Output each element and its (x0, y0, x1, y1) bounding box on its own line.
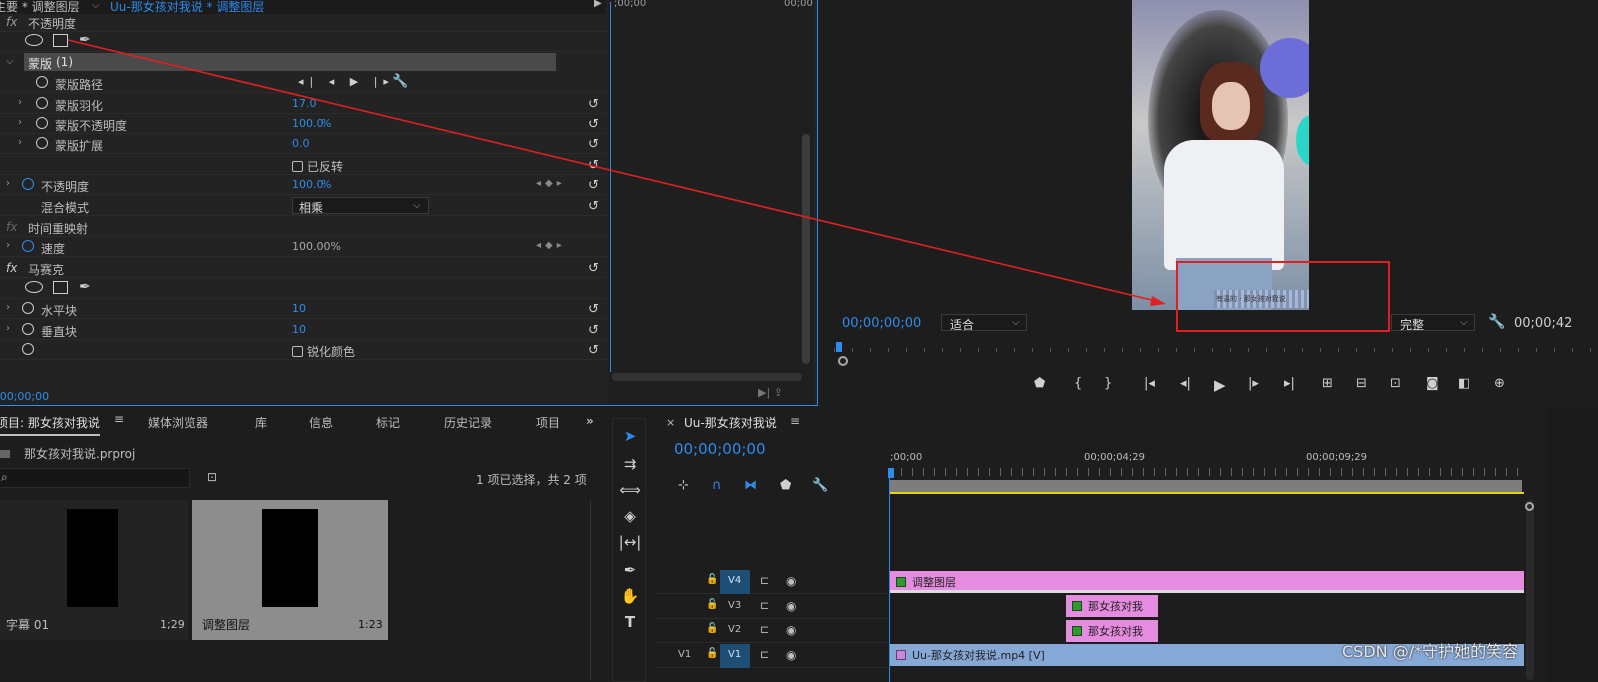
sequence-tab[interactable]: Uu-那女孩对我说 (684, 414, 777, 431)
tab-libraries[interactable]: 库 (255, 414, 267, 431)
selection-info: 1 项已选择，共 2 项 (476, 473, 587, 487)
snap-icon[interactable]: ∩ (712, 478, 722, 493)
tab-media-browser[interactable]: 媒体浏览器 (148, 414, 208, 431)
track-label: V4 (728, 575, 742, 586)
clip-label: 那女孩对我 (1088, 625, 1143, 638)
ripple-edit-tool-icon[interactable]: ⟺ (613, 481, 647, 499)
hand-tool-icon[interactable]: ✋ (613, 587, 647, 605)
clip-label: 那女孩对我 (1088, 600, 1143, 613)
eye-icon[interactable]: ◉ (786, 574, 796, 588)
divider (590, 500, 591, 680)
lock-icon[interactable]: 🔓 (706, 599, 718, 610)
lock-icon[interactable]: 🔓 (706, 574, 718, 585)
timeline-vscroll[interactable] (1526, 500, 1534, 680)
timeline-timecode[interactable]: 00;00;00;00 (674, 440, 766, 458)
tab-project[interactable]: 项目: 那女孩对我说 (0, 414, 100, 436)
close-icon[interactable]: × (666, 416, 675, 429)
folder-icon (0, 450, 10, 458)
watermark: CSDN @/*守护她的笑容 (1342, 642, 1519, 661)
eye-icon[interactable]: ◉ (786, 599, 796, 613)
clip-title-v3[interactable]: 那女孩对我 (1066, 595, 1158, 617)
audio-meter-panel (1548, 408, 1598, 682)
project-item-title[interactable]: 字幕 01 1;29 (0, 500, 188, 640)
tab-info[interactable]: 信息 (309, 414, 333, 431)
track-v4-header: 🔓 V4 ⊏ ◉ (656, 570, 888, 594)
pen-tool-icon[interactable]: ✒ (613, 561, 647, 579)
tab-markers[interactable]: 标记 (376, 414, 400, 431)
tools-panel: ➤ ⇉ ⟺ ◈ |↔| ✒ ✋ T (612, 418, 646, 682)
item-duration: 1:23 (358, 618, 383, 631)
clip-adjustment-layer[interactable]: 调整图层 (890, 571, 1524, 593)
render-bar (890, 492, 1524, 494)
thumbnail (262, 509, 318, 607)
eye-icon[interactable]: ◉ (786, 623, 796, 637)
lock-icon[interactable]: 🔓 (706, 648, 718, 659)
track-v3-header: 🔓 V3 ⊏ ◉ (656, 595, 888, 619)
wrench-icon[interactable]: 🔧 (812, 478, 828, 493)
sync-lock-icon[interactable]: ⊏ (760, 599, 769, 612)
ruler-label: ;00;00 (890, 452, 923, 463)
sync-lock-icon[interactable]: ⊏ (760, 574, 769, 587)
selection-tool-icon[interactable]: ➤ (613, 427, 647, 445)
track-select-tool-icon[interactable]: ⇉ (613, 455, 647, 473)
project-item-adjustment[interactable]: 调整图层 1:23 (192, 500, 388, 640)
zoom-handle[interactable] (1525, 502, 1534, 511)
more-tabs-icon[interactable]: » (586, 414, 594, 428)
fx-badge-icon (1072, 601, 1082, 611)
search-icon: ⌕ (1, 470, 8, 484)
ruler-label: 00;00;09;29 (1306, 452, 1368, 463)
marker-icon[interactable]: ⬟ (780, 478, 791, 493)
timeline-tools: ⊹ ∩ ⧓ ⬟ 🔧 (678, 478, 838, 496)
track-label: V1 (728, 649, 742, 660)
project-file-name: 那女孩对我说.prproj (24, 447, 136, 461)
item-duration: 1;29 (160, 618, 185, 631)
clip-title-v2[interactable]: 那女孩对我 (1066, 620, 1158, 642)
track-v2-header: 🔓 V2 ⊏ ◉ (656, 619, 888, 643)
fx-badge-icon (896, 577, 906, 587)
project-panel: 项目: 那女孩对我说 ≡ 媒体浏览器 库 信息 标记 历史记录 项目 » 那女孩… (0, 408, 604, 682)
search-input[interactable]: ⌕ (0, 468, 190, 488)
item-name: 字幕 01 (6, 618, 50, 632)
tab-history[interactable]: 历史记录 (444, 414, 492, 431)
panel-menu-icon[interactable]: ≡ (114, 412, 124, 426)
fx-badge-icon (896, 650, 906, 660)
clip-label: 调整图层 (912, 576, 956, 589)
item-name: 调整图层 (202, 618, 251, 632)
track-label: V2 (728, 624, 742, 635)
clip-label: Uu-那女孩对我说.mp4 [V] (912, 649, 1045, 662)
tab-project-2[interactable]: 项目 (536, 414, 560, 431)
track-v1-header: V1 🔓 V1 ⊏ ◉ (656, 644, 888, 668)
sync-lock-icon[interactable]: ⊏ (760, 623, 769, 636)
eye-icon[interactable]: ◉ (786, 648, 796, 662)
type-tool-icon[interactable]: T (613, 613, 647, 631)
sync-lock-icon[interactable]: ⊏ (760, 648, 769, 661)
linked-selection-icon[interactable]: ⧓ (744, 478, 757, 493)
project-tabs: 项目: 那女孩对我说 ≡ 媒体浏览器 库 信息 标记 历史记录 项目 » (0, 408, 604, 436)
fx-badge-icon (1072, 626, 1082, 636)
nest-icon[interactable]: ⊹ (678, 478, 689, 493)
ruler-label: 00;00;04;29 (1084, 452, 1146, 463)
razor-tool-icon[interactable]: ◈ (613, 507, 647, 525)
slip-tool-icon[interactable]: |↔| (613, 533, 647, 551)
new-bin-icon[interactable]: ⊡ (207, 470, 217, 484)
lock-icon[interactable]: 🔓 (706, 623, 718, 634)
panel-menu-icon[interactable]: ≡ (790, 414, 800, 428)
work-area-bar[interactable] (890, 480, 1522, 492)
timeline-ruler[interactable] (890, 468, 1522, 476)
source-track-label[interactable]: V1 (678, 649, 691, 660)
thumbnail (67, 509, 118, 607)
track-label: V3 (728, 600, 742, 611)
